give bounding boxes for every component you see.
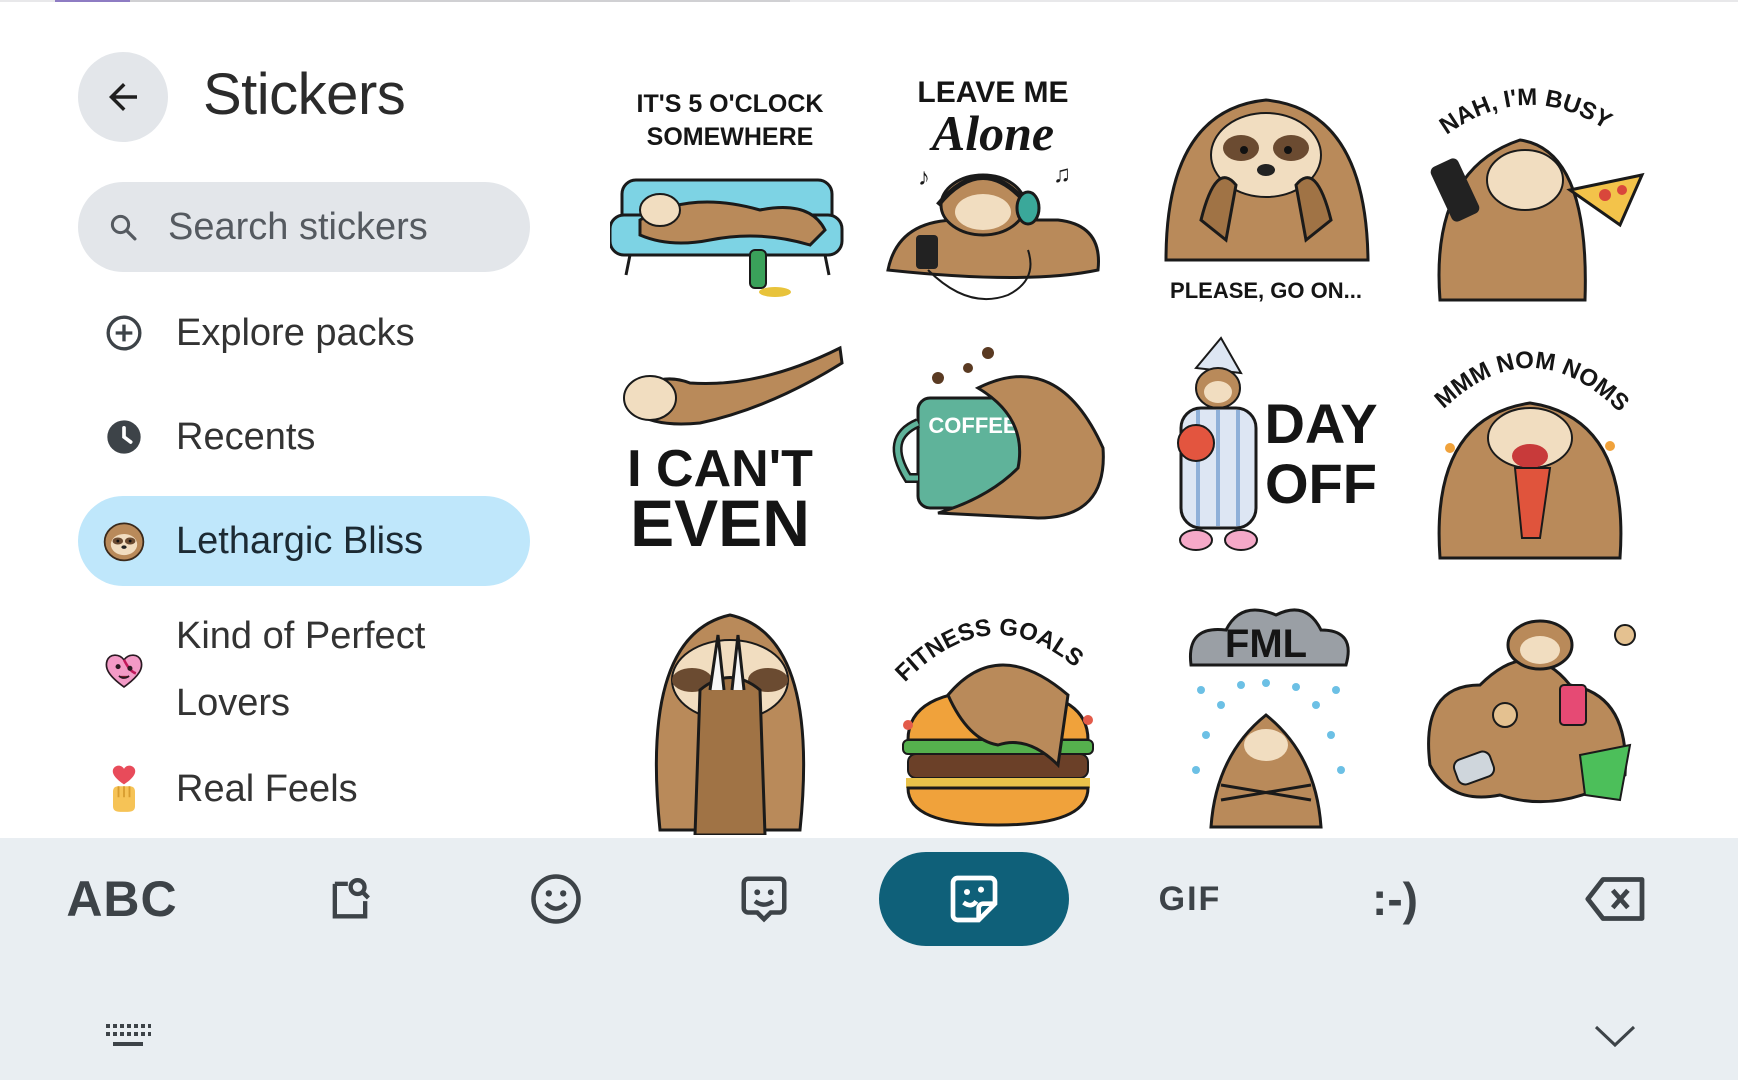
collapse-keyboard-button[interactable] — [1590, 1018, 1640, 1054]
sticker-text: IT'S 5 O'CLOCK — [637, 90, 824, 118]
sticker-day-off[interactable]: DAY OFF — [1146, 328, 1386, 568]
svg-text:♫: ♫ — [1053, 161, 1071, 188]
sticker-snacks[interactable] — [1410, 595, 1650, 835]
svg-text:♪: ♪ — [918, 164, 930, 191]
svg-text:NAH, I'M BUSY: NAH, I'M BUSY — [1435, 84, 1617, 140]
chevron-down-icon — [1594, 1025, 1636, 1048]
heart-pack-icon — [102, 648, 146, 692]
backspace-icon — [1585, 877, 1645, 921]
sticker-text: OFF — [1265, 452, 1377, 515]
clipboard-button[interactable] — [310, 852, 390, 946]
sticker-grid: IT'S 5 O'CLOCK SOMEWHERE LEAVE ME Alone … — [608, 60, 1670, 840]
back-button[interactable] — [78, 52, 168, 142]
sticker-text: NAH, I'M BUSY — [1435, 84, 1617, 140]
sticker-icon — [950, 875, 998, 923]
progress-track — [130, 0, 790, 2]
progress-segment — [55, 0, 130, 2]
sidebar-item-label: Recents — [176, 415, 316, 458]
sidebar-item-label: Explore packs — [176, 311, 415, 354]
keyboard-switch-button[interactable] — [100, 1018, 156, 1054]
emoji-kitchen-button[interactable] — [724, 852, 804, 946]
sticker-text: SOMEWHERE — [647, 123, 814, 151]
emoticon-label: :-) — [1372, 873, 1418, 925]
sidebar-item-lethargic-bliss[interactable]: Lethargic Bliss — [78, 496, 530, 586]
sloth-pack-icon — [102, 519, 146, 563]
sidebar-item-label: Lethargic Bliss — [176, 519, 424, 562]
sticker-text: DAY — [1264, 392, 1377, 455]
backspace-button[interactable] — [1578, 852, 1654, 946]
sticker-text: EVEN — [630, 486, 810, 560]
back-arrow-icon — [109, 83, 137, 111]
emoticon-button[interactable]: :-) — [1350, 852, 1440, 946]
search-field[interactable]: Search stickers — [78, 182, 530, 272]
search-placeholder: Search stickers — [168, 205, 428, 248]
sticker-i-cant-even[interactable]: I CAN'T EVEN — [610, 328, 850, 568]
sticker-facepalm[interactable] — [610, 595, 850, 837]
sticker-text: COFFEE — [928, 413, 1017, 438]
sticker-nah-im-busy[interactable]: NAH, I'M BUSY — [1410, 70, 1650, 310]
sticker-text: FML — [1225, 622, 1307, 666]
emoji-button[interactable] — [516, 852, 596, 946]
sidebar-item-kind-of-perfect-lovers[interactable]: Kind of Perfect Lovers — [78, 600, 530, 740]
sticker-text: PLEASE, GO ON... — [1170, 278, 1362, 303]
sticker-fml[interactable]: FML — [1146, 595, 1386, 835]
heart-hand-pack-icon — [102, 765, 146, 812]
smiley-icon — [531, 874, 581, 924]
gif-label: GIF — [1158, 879, 1222, 918]
sticker-face-outline-icon — [741, 876, 787, 923]
sticker-please-go-on[interactable]: PLEASE, GO ON... — [1146, 70, 1386, 310]
clipboard-search-icon — [332, 877, 370, 919]
abc-keyboard-button[interactable]: ABC — [62, 852, 182, 946]
sticker-coffee[interactable]: COFFEE — [878, 328, 1118, 568]
gif-button[interactable]: GIF — [1140, 852, 1240, 946]
search-icon — [108, 212, 138, 242]
sidebar-item-recents[interactable]: Recents — [78, 392, 530, 482]
sidebar-item-real-feels[interactable]: Real Feels — [78, 744, 530, 834]
abc-label: ABC — [66, 871, 178, 927]
sidebar-item-label: Real Feels — [176, 767, 358, 810]
keyboard-area — [0, 838, 1738, 1080]
top-progress-line — [0, 0, 1738, 2]
sticker-fitness-goals[interactable]: FITNESS GOALS — [878, 595, 1118, 835]
keyboard-icon — [106, 1024, 151, 1046]
stickers-tab-button[interactable] — [879, 852, 1069, 946]
sticker-text: Alone — [929, 105, 1054, 161]
sidebar-item-label: Kind of Perfect Lovers — [176, 614, 425, 726]
page-title: Stickers — [203, 62, 406, 127]
sidebar-item-explore-packs[interactable]: Explore packs — [78, 288, 530, 378]
sticker-5-oclock[interactable]: IT'S 5 O'CLOCK SOMEWHERE — [608, 70, 850, 310]
label-line-1: Kind of Perfect — [176, 615, 426, 657]
sticker-mmm-nom-noms[interactable]: MMM NOM NOMS — [1410, 328, 1650, 568]
add-circle-icon — [102, 311, 146, 355]
clock-icon — [102, 415, 146, 459]
label-line-2: Lovers — [176, 682, 291, 724]
sticker-leave-me-alone[interactable]: LEAVE ME Alone ♪ ♫ — [878, 70, 1118, 310]
